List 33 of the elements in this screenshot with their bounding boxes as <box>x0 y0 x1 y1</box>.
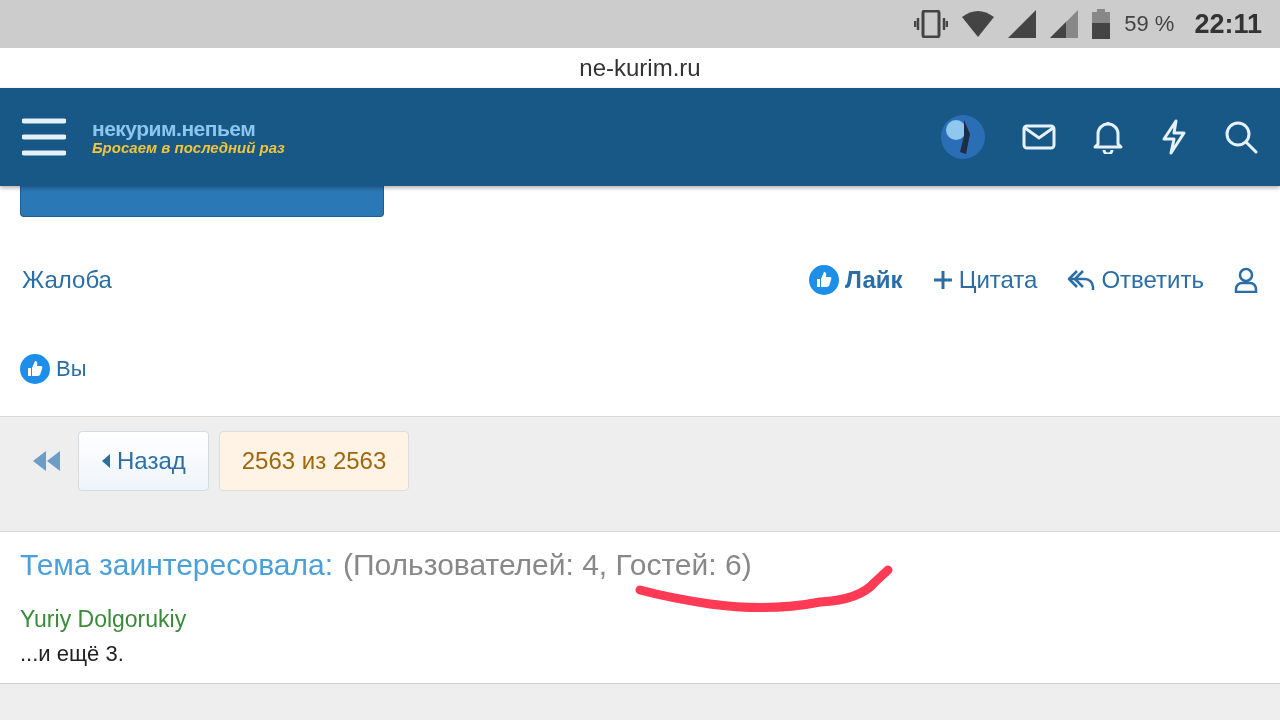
battery-percent: 59 % <box>1124 11 1175 37</box>
reply-icon <box>1067 267 1096 292</box>
plus-icon <box>932 269 953 290</box>
mail-icon[interactable] <box>1022 124 1056 150</box>
logo-tagline: Бросаем в последний раз <box>92 140 285 157</box>
thumbs-up-icon <box>809 264 840 295</box>
lightning-icon[interactable] <box>1160 119 1188 155</box>
like-reaction-icon <box>20 354 50 384</box>
back-button[interactable]: Назад <box>78 431 209 491</box>
bell-icon[interactable] <box>1092 120 1124 154</box>
caret-icon <box>101 453 111 469</box>
page-indicator[interactable]: 2563 из 2563 <box>218 431 410 491</box>
logo-title[interactable]: некурим.непьем <box>92 117 285 141</box>
reaction-user-link[interactable]: Вы <box>56 356 87 382</box>
avatar-icon[interactable] <box>940 114 986 160</box>
user-link[interactable]: Yuriy Dolgorukiy <box>20 606 1260 633</box>
like-button[interactable]: Лайк <box>809 264 903 295</box>
menu-icon[interactable] <box>22 118 66 156</box>
clock-time: 22:11 <box>1194 8 1262 40</box>
reply-button[interactable]: Ответить <box>1067 265 1204 294</box>
wifi-icon <box>962 11 995 37</box>
user-icon[interactable] <box>1234 266 1258 293</box>
url-text[interactable]: ne-kurim.ru <box>579 54 701 82</box>
interested-title: Тема заинтересовала: <box>20 548 334 582</box>
report-link[interactable]: Жалоба <box>22 265 112 294</box>
vibrate-icon <box>914 10 949 38</box>
signal-icon <box>1008 10 1037 38</box>
battery-icon <box>1092 9 1111 39</box>
quote-button[interactable]: Цитата <box>932 265 1038 294</box>
search-icon[interactable] <box>1224 120 1258 154</box>
visitor-counts: (Пользователей: 4, Гостей: 6) <box>343 548 752 582</box>
signal-icon <box>1050 10 1079 38</box>
more-users-text: ...и ещё 3. <box>20 641 125 667</box>
